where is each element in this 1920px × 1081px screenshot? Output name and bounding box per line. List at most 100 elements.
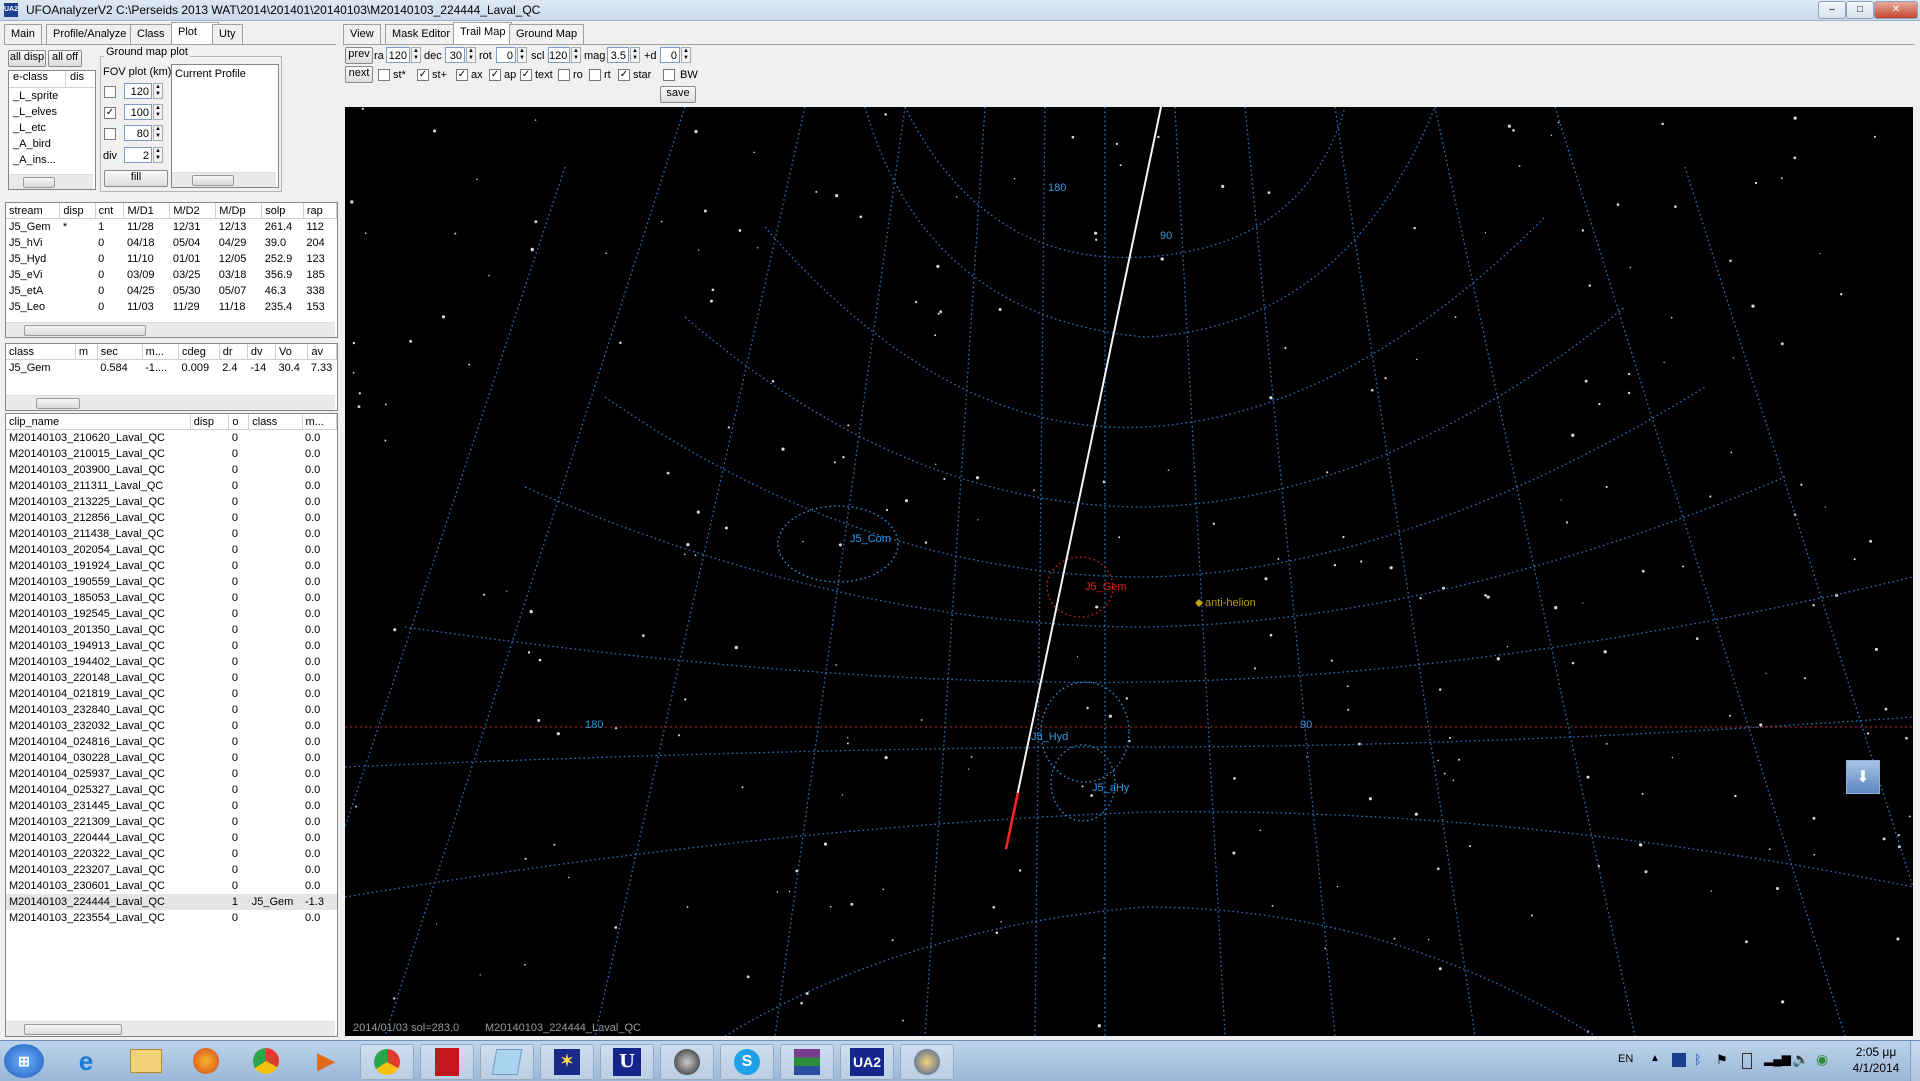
table-row[interactable]: M20140103_202054_Laval_QC 0 0.0 xyxy=(6,542,337,558)
list-item[interactable]: _L_etc xyxy=(13,120,95,136)
column-header[interactable]: rap xyxy=(303,203,337,219)
div-field[interactable]: 2 xyxy=(124,147,152,163)
column-header[interactable]: disp xyxy=(190,414,230,430)
table-row[interactable]: J5_etA 0 04/25 05/30 05/07 46.3 338 xyxy=(6,283,337,299)
all-off-button[interactable]: all off xyxy=(48,50,82,67)
column-header[interactable]: av xyxy=(307,344,337,360)
fov-100-checkbox[interactable]: ✓ xyxy=(104,107,116,119)
text-checkbox[interactable]: ✓ xyxy=(520,69,532,81)
st-plus-checkbox[interactable]: ✓ xyxy=(417,69,429,81)
stream-table[interactable]: stream disp cnt M/D1 M/D2 M/Dp solp rap J5_Gem * 1… xyxy=(5,202,338,338)
column-header[interactable]: dr xyxy=(219,344,248,360)
eclass-header[interactable]: e-class xyxy=(9,71,66,87)
st-star-checkbox[interactable] xyxy=(378,69,390,81)
skype-icon[interactable]: S xyxy=(720,1044,774,1080)
table-row[interactable]: J5_eVi 0 03/09 03/25 03/18 356.9 185 xyxy=(6,267,337,283)
firefox-icon[interactable] xyxy=(180,1044,232,1078)
mag-spinner[interactable]: ▲ ▼ xyxy=(630,47,640,63)
bluetooth-icon[interactable]: ᛒ xyxy=(1694,1052,1702,1067)
clock-time[interactable]: 2:05 μμ xyxy=(1852,1045,1900,1059)
column-header[interactable]: m... xyxy=(302,414,337,430)
list-item[interactable]: _L_sprite xyxy=(13,88,95,104)
bw-checkbox[interactable] xyxy=(663,69,675,81)
column-header[interactable]: clip_name xyxy=(6,414,191,430)
clip-table[interactable]: clip_name disp o class m... M20140103_210620_… xyxy=(5,413,338,1037)
battery-icon[interactable] xyxy=(1742,1053,1752,1069)
fov-120-spinner[interactable]: ▲ ▼ xyxy=(153,83,163,99)
pdf-icon[interactable] xyxy=(420,1044,474,1080)
dec-field[interactable]: 30 xyxy=(445,47,465,63)
table-row[interactable]: M20140103_224444_Laval_QC 1 J5_Gem -1.3 xyxy=(6,894,337,910)
table-row[interactable]: M20140103_220444_Laval_QC 0 0.0 xyxy=(6,830,337,846)
div-spinner[interactable]: ▲ ▼ xyxy=(153,147,163,163)
minimize-button[interactable]: – xyxy=(1818,1,1846,19)
ra-field[interactable]: 120 xyxy=(386,47,410,63)
list-item[interactable]: _A_ins... xyxy=(13,152,95,168)
table-row[interactable]: M20140103_213225_Laval_QC 0 0.0 xyxy=(6,494,337,510)
table-row[interactable]: M20140104_021819_Laval_QC 0 0.0 xyxy=(6,686,337,702)
stream-hscroll[interactable] xyxy=(6,322,335,337)
table-row[interactable]: J5_Hyd 0 11/10 01/01 12/05 252.9 123 xyxy=(6,251,337,267)
column-header[interactable]: class xyxy=(248,414,303,430)
ro-checkbox[interactable] xyxy=(558,69,570,81)
table-row[interactable]: M20140104_025327_Laval_QC 0 0.0 xyxy=(6,782,337,798)
all-disp-button[interactable]: all disp xyxy=(8,50,46,67)
column-header[interactable]: sec xyxy=(97,344,143,360)
column-header[interactable]: M/D1 xyxy=(123,203,171,219)
table-row[interactable]: M20140104_025937_Laval_QC 0 0.0 xyxy=(6,766,337,782)
table-row[interactable]: M20140103_231445_Laval_QC 0 0.0 xyxy=(6,798,337,814)
table-row[interactable]: M20140103_203900_Laval_QC 0 0.0 xyxy=(6,462,337,478)
rot-spinner[interactable]: ▲ ▼ xyxy=(517,47,527,63)
table-row[interactable]: M20140103_191924_Laval_QC 0 0.0 xyxy=(6,558,337,574)
column-header[interactable]: Vo xyxy=(275,344,309,360)
table-row[interactable]: J5_Gem 0.584 -1.... 0.009 2.4 -14 30.4 7.33 xyxy=(6,360,337,377)
table-row[interactable]: M20140103_230601_Laval_QC 0 0.0 xyxy=(6,878,337,894)
language-indicator[interactable]: EN xyxy=(1618,1053,1633,1065)
profile-hscroll[interactable] xyxy=(172,172,276,187)
table-row[interactable]: M20140103_192545_Laval_QC 0 0.0 xyxy=(6,606,337,622)
prev-button[interactable]: prev xyxy=(345,47,373,64)
camera-icon[interactable] xyxy=(660,1044,714,1080)
dis-header[interactable]: dis xyxy=(66,71,84,87)
fov-80-field[interactable]: 80 xyxy=(124,125,152,141)
network-icon[interactable]: ▂▄▆ xyxy=(1764,1052,1791,1066)
tab-trail-map[interactable]: Trail Map xyxy=(453,22,513,44)
column-header[interactable]: M/D2 xyxy=(169,203,217,219)
ie-icon[interactable]: e xyxy=(60,1044,112,1078)
tab-class[interactable]: Class xyxy=(130,24,172,44)
fov-100-field[interactable]: 100 xyxy=(124,104,152,120)
table-row[interactable]: M20140103_194402_Laval_QC 0 0.0 xyxy=(6,654,337,670)
flag-icon[interactable]: ⚑ xyxy=(1716,1052,1728,1068)
save-button[interactable]: save xyxy=(660,86,696,103)
tab-ground-map[interactable]: Ground Map xyxy=(509,24,585,44)
list-item[interactable]: _A_bird xyxy=(13,136,95,152)
tray-ua2-icon[interactable] xyxy=(1672,1053,1686,1067)
restore-button[interactable]: □ xyxy=(1846,1,1874,19)
tab-mask-editor[interactable]: Mask Editor xyxy=(385,24,458,44)
ufo-capture-icon[interactable] xyxy=(900,1044,954,1080)
fill-button[interactable]: fill xyxy=(104,170,168,187)
table-row[interactable]: M20140103_190559_Laval_QC 0 0.0 xyxy=(6,574,337,590)
ap-checkbox[interactable]: ✓ xyxy=(489,69,501,81)
class-table[interactable]: class m sec m... cdeg dr dv Vo av J5_Gem 0.584 -1..… xyxy=(5,343,338,411)
dec-spinner[interactable]: ▲ ▼ xyxy=(466,47,476,63)
table-row[interactable]: M20140104_024816_Laval_QC 0 0.0 xyxy=(6,734,337,750)
fov-80-spinner[interactable]: ▲ ▼ xyxy=(153,125,163,141)
fov-120-checkbox[interactable] xyxy=(104,86,116,98)
table-row[interactable]: M20140103_185053_Laval_QC 0 0.0 xyxy=(6,590,337,606)
column-header[interactable]: cdeg xyxy=(178,344,220,360)
table-row[interactable]: J5_Leo 0 11/03 11/29 11/18 235.4 153 xyxy=(6,299,337,315)
close-button[interactable]: ✕ xyxy=(1874,1,1918,19)
tab-uty[interactable]: Uty xyxy=(212,24,243,44)
column-header[interactable]: solp xyxy=(261,203,304,219)
trail-map-canvas[interactable]: 180 90 180 90 J5_Com J5_Gem J5_Hyd J5_aH… xyxy=(345,107,1913,1036)
column-header[interactable]: cnt xyxy=(95,203,125,219)
column-header[interactable]: m... xyxy=(142,344,180,360)
fov-120-field[interactable]: 120 xyxy=(124,83,152,99)
column-header[interactable]: disp xyxy=(59,203,96,219)
table-row[interactable]: M20140103_194913_Laval_QC 0 0.0 xyxy=(6,638,337,654)
tray-expand-icon[interactable]: ▲ xyxy=(1650,1053,1660,1064)
stars-icon[interactable]: ✶ xyxy=(540,1044,594,1080)
media-icon[interactable]: ▶ xyxy=(300,1044,352,1078)
table-row[interactable]: M20140103_211438_Laval_QC 0 0.0 xyxy=(6,526,337,542)
